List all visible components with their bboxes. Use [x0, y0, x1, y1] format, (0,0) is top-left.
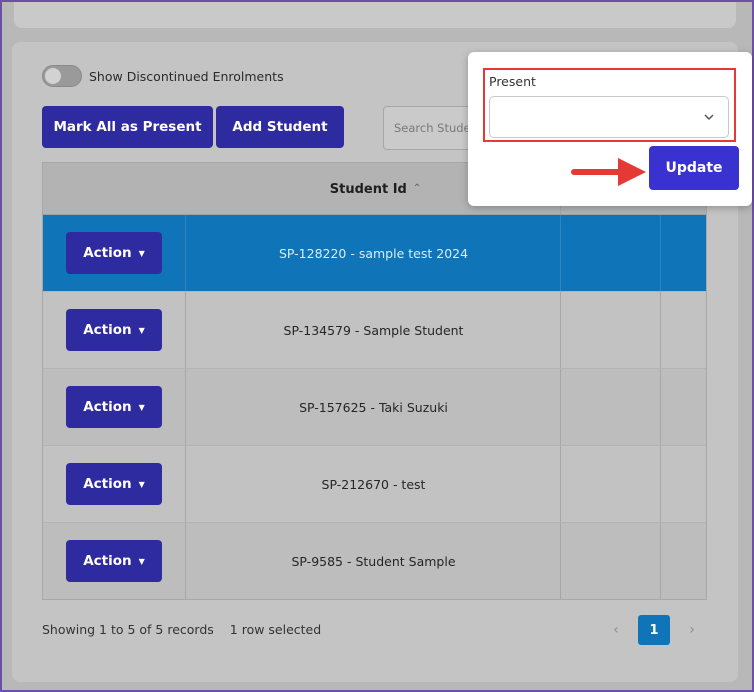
table-row[interactable]: Action ▼ SP-134579 - Sample Student [43, 292, 706, 369]
table-row[interactable]: Action ▼ SP-212670 - test [43, 446, 706, 523]
page-button-current[interactable]: 1 [638, 615, 670, 645]
selection-count: 1 row selected [229, 622, 322, 637]
mark-all-present-button[interactable]: Mark All as Present [42, 106, 213, 148]
present-select[interactable] [489, 96, 729, 138]
caret-down-icon: ▼ [138, 325, 145, 335]
action-label: Action [83, 399, 132, 415]
action-dropdown-button[interactable]: Action ▼ [66, 232, 162, 274]
student-id-cell: SP-128220 - sample test 2024 [278, 246, 469, 261]
column-divider [660, 523, 661, 599]
table-row[interactable]: Action ▼ SP-9585 - Student Sample [43, 523, 706, 599]
student-id-cell: SP-9585 - Student Sample [291, 554, 456, 569]
action-label: Action [83, 553, 132, 569]
caret-down-icon: ▼ [138, 248, 145, 258]
chevron-down-icon [704, 114, 714, 121]
students-table: Student Id ⌃ Action ▼ SP-128220 - sample… [42, 162, 707, 600]
pagination: ‹ 1 › [604, 615, 704, 645]
action-label: Action [83, 322, 132, 338]
discontinued-toggle[interactable] [42, 65, 82, 87]
column-divider [660, 215, 661, 291]
column-divider [660, 369, 661, 445]
caret-down-icon: ▼ [138, 556, 145, 566]
student-id-cell: SP-134579 - Sample Student [283, 323, 464, 338]
action-label: Action [83, 245, 132, 261]
table-row[interactable]: Action ▼ SP-157625 - Taki Suzuki [43, 369, 706, 446]
column-divider [660, 292, 661, 368]
toggle-knob [45, 68, 61, 84]
student-id-cell: SP-157625 - Taki Suzuki [299, 400, 448, 415]
column-divider [660, 446, 661, 522]
action-dropdown-button[interactable]: Action ▼ [66, 386, 162, 428]
table-footer-info: Showing 1 to 5 of 5 records 1 row select… [42, 622, 333, 637]
table-row[interactable]: Action ▼ SP-128220 - sample test 2024 [43, 215, 706, 292]
caret-down-icon: ▼ [138, 479, 145, 489]
next-page-icon[interactable]: › [680, 622, 704, 638]
add-student-button[interactable]: Add Student [216, 106, 344, 148]
action-dropdown-button[interactable]: Action ▼ [66, 463, 162, 505]
column-header-label: Student Id [329, 181, 407, 197]
toggle-label: Show Discontinued Enrolments [89, 68, 284, 84]
action-label: Action [83, 476, 132, 492]
pointer-arrow-icon [571, 158, 646, 186]
action-dropdown-button[interactable]: Action ▼ [66, 540, 162, 582]
prev-page-icon[interactable]: ‹ [604, 622, 628, 638]
present-label: Present [489, 74, 536, 89]
records-count: Showing 1 to 5 of 5 records [42, 622, 214, 637]
caret-down-icon: ▼ [138, 402, 145, 412]
update-button[interactable]: Update [649, 146, 739, 190]
discontinued-toggle-row: Show Discontinued Enrolments [42, 65, 284, 87]
sort-ascending-icon[interactable]: ⌃ [413, 183, 421, 194]
top-panel [14, 2, 736, 28]
action-dropdown-button[interactable]: Action ▼ [66, 309, 162, 351]
student-id-cell: SP-212670 - test [321, 477, 426, 492]
